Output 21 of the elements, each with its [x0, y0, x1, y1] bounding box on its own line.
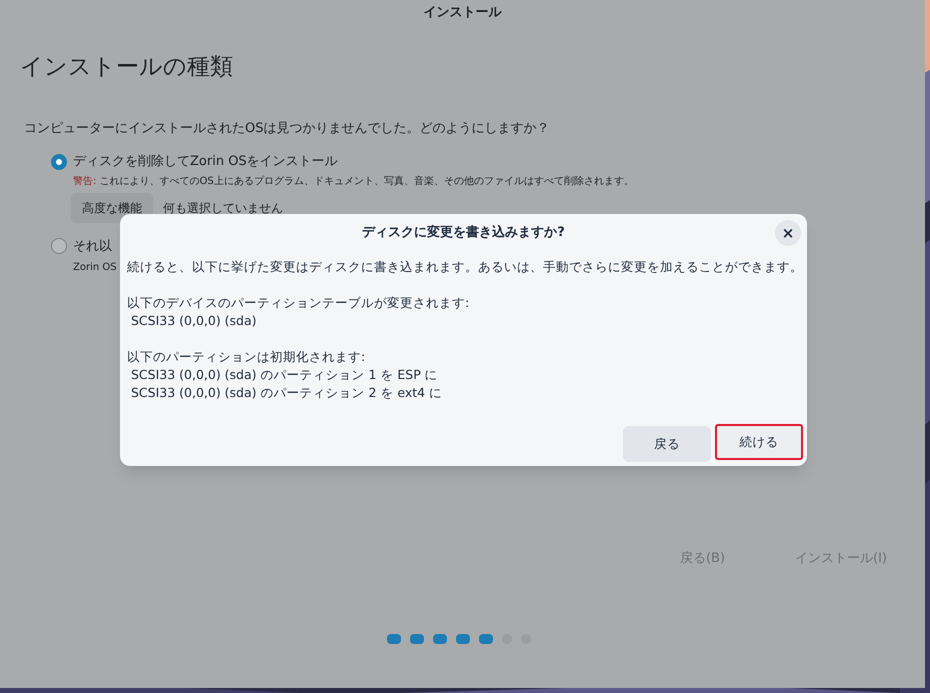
warning-text: 警告: これにより、すべてのOS上にあるプログラム、ドキュメント、写真、音楽、その他のファイルはすべて削除されます。 [73, 174, 634, 188]
dialog-text: SCSI33 (0,0,0) (sda) のパーティション 1 を ESP に [130, 366, 439, 384]
page-heading: インストールの種類 [20, 53, 233, 82]
window-title: インストール [422, 4, 503, 20]
radio-button[interactable] [51, 154, 67, 170]
dialog-text: 以下のパーティションは初期化されます: [127, 348, 366, 366]
option-label[interactable]: ディスクを削除してZorin OSをインストール [73, 152, 338, 172]
radio-button[interactable] [51, 238, 67, 254]
option-label[interactable]: それ以 [73, 236, 112, 256]
dialog-title: ディスクに変更を書き込みますか? [362, 224, 565, 242]
advanced-button[interactable]: 高度な機能 [71, 192, 153, 222]
status-text: 何も選択していません [163, 200, 283, 216]
close-button[interactable]: × [775, 220, 801, 246]
option-description: Zorin OS [73, 261, 117, 275]
dialog-text: SCSI33 (0,0,0) (sda) のパーティション 2 を ext4 に [130, 384, 444, 402]
dialog-button[interactable]: 戻る [623, 426, 711, 462]
dialog-text: 以下のデバイスのパーティションテーブルが変更されます: [127, 294, 470, 312]
dialog-text: 続けると、以下に挙げた変更はディスクに書き込まれます。あるいは、手動でさらに変更を加えることができます。 [127, 258, 800, 276]
dialog-button[interactable]: 続ける [715, 424, 803, 460]
dialog-text: SCSI33 (0,0,0) (sda) [130, 312, 258, 330]
question-text: コンピューターにインストールされたOSは見つかりませんでした。どのようにしますか？ [24, 120, 550, 138]
